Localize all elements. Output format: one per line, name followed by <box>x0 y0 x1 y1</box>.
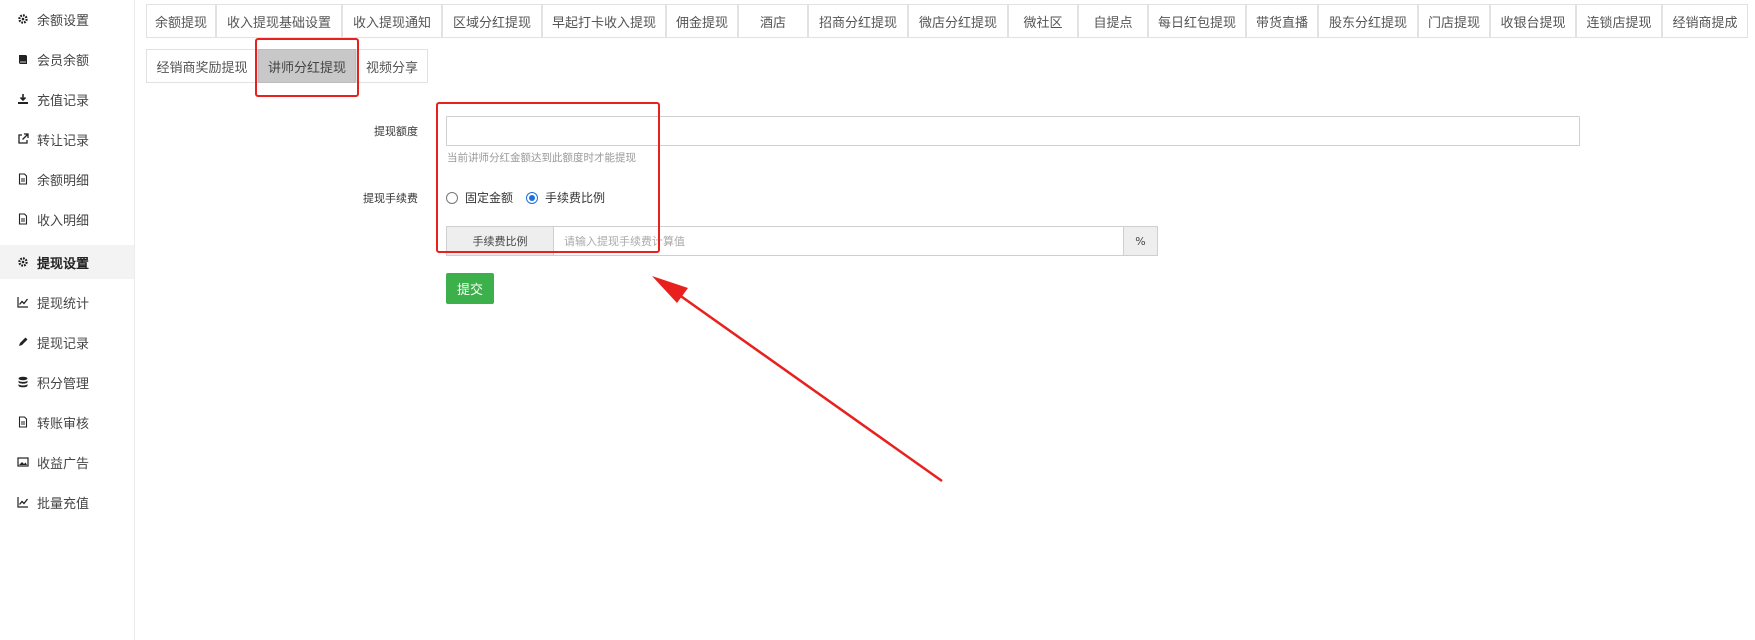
sidebar-item-label: 收益广告 <box>37 456 90 472</box>
book-icon <box>16 52 30 66</box>
sidebar-item-label: 批量充值 <box>37 496 90 512</box>
tab-store-withdraw[interactable]: 门店提现 <box>1418 4 1490 38</box>
tab-income-withdraw-basic[interactable]: 收入提现基础设置 <box>216 4 342 38</box>
percent-addon: % <box>1124 226 1158 256</box>
tab-dealer-reward[interactable]: 经销商奖励提现 <box>146 49 258 83</box>
sidebar-item-label: 会员余额 <box>37 53 90 69</box>
tab-balance-withdraw[interactable]: 余额提现 <box>146 4 216 38</box>
database-icon <box>16 375 30 389</box>
sidebar-item-label: 积分管理 <box>37 376 90 392</box>
sidebar-item-points-management[interactable]: 积分管理 <box>0 365 134 399</box>
sidebar-item-withdraw-records[interactable]: 提现记录 <box>0 325 134 359</box>
tab-commission[interactable]: 佣金提现 <box>666 4 738 38</box>
sidebar-item-label: 余额明细 <box>37 173 90 189</box>
tab-microstore-dividend[interactable]: 微店分红提现 <box>908 4 1008 38</box>
tab-pickup-point[interactable]: 自提点 <box>1078 4 1148 38</box>
tab-daily-redpacket[interactable]: 每日红包提现 <box>1148 4 1246 38</box>
document-icon <box>16 212 30 226</box>
tab-early-checkin[interactable]: 早起打卡收入提现 <box>542 4 666 38</box>
sidebar-item-label: 充值记录 <box>37 93 90 109</box>
sidebar-item-label: 提现记录 <box>37 336 90 352</box>
sidebar-item-withdraw-settings[interactable]: 提现设置 <box>0 245 134 279</box>
annotation-box-form <box>436 102 660 253</box>
line-chart-icon <box>16 495 30 509</box>
annotation-box-tab <box>255 38 359 97</box>
document-icon <box>16 415 30 429</box>
line-chart-icon <box>16 295 30 309</box>
submit-button[interactable]: 提交 <box>446 273 494 304</box>
sidebar-item-batch-recharge[interactable]: 批量充值 <box>0 485 134 519</box>
sidebar-item-label: 提现统计 <box>37 296 90 312</box>
tab-merchant-dividend[interactable]: 招商分红提现 <box>808 4 908 38</box>
tab-dealer-commission[interactable]: 经销商提成 <box>1662 4 1748 38</box>
document-icon <box>16 172 30 186</box>
sidebar-item-recharge-records[interactable]: 充值记录 <box>0 82 134 116</box>
external-link-icon <box>16 132 30 146</box>
pencil-icon <box>16 335 30 349</box>
sidebar-item-label: 余额设置 <box>37 13 90 29</box>
quota-label: 提现额度 <box>374 125 418 138</box>
tab-chainstore-withdraw[interactable]: 连锁店提现 <box>1576 4 1662 38</box>
sidebar-item-transfer-records[interactable]: 转让记录 <box>0 122 134 156</box>
download-icon <box>16 92 30 106</box>
tab-shareholder-dividend[interactable]: 股东分红提现 <box>1318 4 1418 38</box>
sidebar-item-member-balance[interactable]: 会员余额 <box>0 42 134 76</box>
tab-micro-community[interactable]: 微社区 <box>1008 4 1078 38</box>
tab-cashier-withdraw[interactable]: 收银台提现 <box>1490 4 1576 38</box>
tab-income-withdraw-notice[interactable]: 收入提现通知 <box>342 4 442 38</box>
sidebar: 余额设置 会员余额 充值记录 转让记录 余额明细 收入明细 提现设置 提现统计 … <box>0 0 135 640</box>
fee-label: 提现手续费 <box>363 192 418 205</box>
sidebar-item-balance-settings[interactable]: 余额设置 <box>0 2 134 36</box>
sidebar-item-revenue-ads[interactable]: 收益广告 <box>0 445 134 479</box>
sidebar-item-income-details[interactable]: 收入明细 <box>0 202 134 236</box>
gear-icon <box>16 12 30 26</box>
sidebar-item-withdraw-stats[interactable]: 提现统计 <box>0 285 134 319</box>
sidebar-item-label: 转账审核 <box>37 416 90 432</box>
gear-icon <box>16 255 30 269</box>
sidebar-item-balance-details[interactable]: 余额明细 <box>0 162 134 196</box>
tab-video-share[interactable]: 视频分享 <box>356 49 428 83</box>
sidebar-item-label: 收入明细 <box>37 213 90 229</box>
sidebar-item-label: 提现设置 <box>37 256 90 272</box>
sidebar-item-label: 转让记录 <box>37 133 90 149</box>
tab-region-dividend[interactable]: 区域分红提现 <box>442 4 542 38</box>
tab-live-commerce[interactable]: 带货直播 <box>1246 4 1318 38</box>
tab-hotel[interactable]: 酒店 <box>738 4 808 38</box>
image-icon <box>16 455 30 469</box>
sidebar-item-transfer-review[interactable]: 转账审核 <box>0 405 134 439</box>
